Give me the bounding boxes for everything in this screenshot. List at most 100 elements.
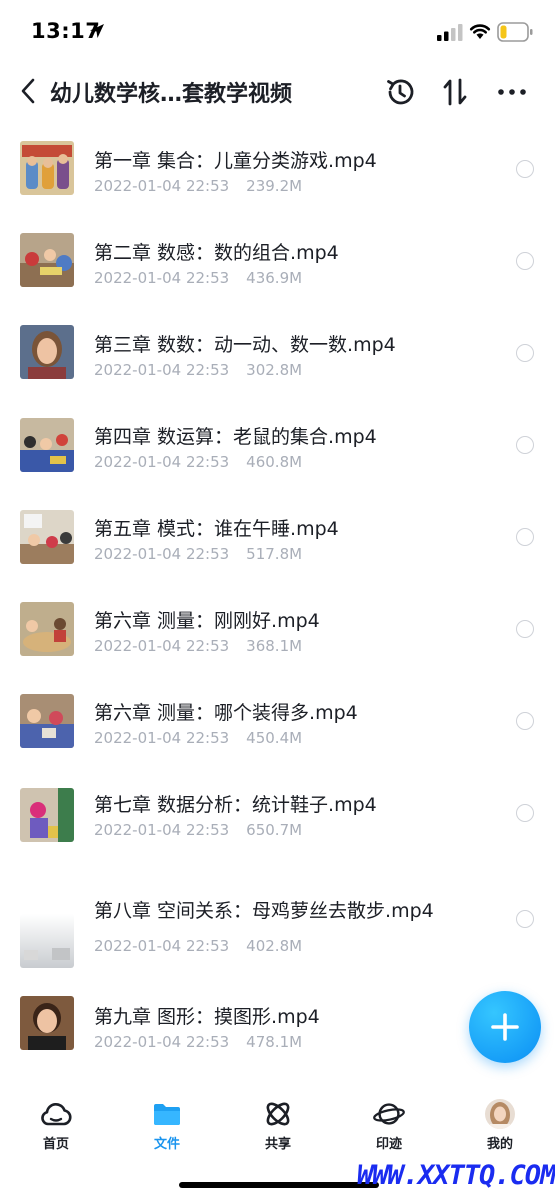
file-name: 第九章 图形：摸图形.mp4 [94,1006,320,1028]
plus-icon [491,1013,519,1041]
teacher-portrait-thumbnail [20,325,74,379]
select-radio[interactable] [516,528,534,546]
cellular-signal-icon [437,24,463,41]
classroom-thumbnail [20,788,74,842]
select-radio[interactable] [516,436,534,454]
file-name: 第二章 数感：数的组合.mp4 [94,242,339,264]
file-name: 第七章 数据分析：统计鞋子.mp4 [94,794,377,816]
file-date: 2022-01-04 22:53 [94,821,230,839]
file-size: 436.9M [246,269,303,287]
more-dots-icon [498,89,526,95]
nav-label: 我的 [486,1137,513,1152]
classroom-thumbnail [20,694,74,748]
planet-icon [373,1098,405,1130]
file-date: 2022-01-04 22:53 [94,453,230,471]
file-date: 2022-01-04 22:53 [94,269,230,287]
file-date: 2022-01-04 22:53 [94,937,230,955]
folder-icon [151,1098,183,1130]
nav-item-profile[interactable]: 我的 [455,1088,545,1160]
file-size: 402.8M [246,937,303,955]
file-name: 第六章 测量：哪个装得多.mp4 [94,702,358,724]
nav-item-traces[interactable]: 印迹 [344,1088,434,1160]
file-name: 第五章 模式：谁在午睡.mp4 [94,518,339,540]
history-button[interactable] [383,75,417,109]
teacher-portrait-thumbnail [20,996,74,1050]
select-radio[interactable] [516,712,534,730]
classroom-thumbnail [20,602,74,656]
book-cover-thumbnail [20,141,74,195]
file-meta: 2022-01-04 22:53 460.8M [94,453,302,471]
file-date: 2022-01-04 22:53 [94,545,230,563]
wifi-icon [469,24,491,39]
file-name: 第八章 空间关系：母鸡萝丝去散步.mp4 [94,900,434,922]
nav-item-files[interactable]: 文件 [122,1088,212,1160]
file-meta: 2022-01-04 22:53 478.1M [94,1033,302,1051]
file-date: 2022-01-04 22:53 [94,637,230,655]
file-size: 650.7M [246,821,303,839]
nav-label: 文件 [153,1137,180,1152]
file-date: 2022-01-04 22:53 [94,361,230,379]
file-row[interactable]: 第五章 模式：谁在午睡.mp4 2022-01-04 22:53 517.8M [0,490,555,582]
file-name: 第三章 数数：动一动、数一数.mp4 [94,334,396,356]
file-meta: 2022-01-04 22:53 302.8M [94,361,302,379]
file-row[interactable]: 第八章 空间关系：母鸡萝丝去散步.mp4 2022-01-04 22:53 402… [0,874,555,986]
file-date: 2022-01-04 22:53 [94,1033,230,1051]
select-radio[interactable] [516,910,534,928]
select-radio[interactable] [516,804,534,822]
file-size: 460.8M [246,453,303,471]
bottom-nav: 首页 文件 共享 印迹 我的 [0,1088,555,1160]
nav-label: 印迹 [375,1137,402,1152]
file-date: 2022-01-04 22:53 [94,177,230,195]
file-meta: 2022-01-04 22:53 436.9M [94,269,302,287]
home-indicator[interactable] [179,1182,379,1188]
file-meta: 2022-01-04 22:53 650.7M [94,821,302,839]
file-name: 第一章 集合：儿童分类游戏.mp4 [94,150,377,172]
cloud-icon [40,1098,72,1130]
more-button[interactable] [495,75,529,109]
file-row[interactable]: 第三章 数数：动一动、数一数.mp4 2022-01-04 22:53 302.8… [0,306,555,398]
select-radio[interactable] [516,160,534,178]
file-size: 517.8M [246,545,303,563]
file-meta: 2022-01-04 22:53 239.2M [94,177,302,195]
watermark-text: WWW.XXTTQ.COM [357,1160,555,1191]
add-button[interactable] [469,991,541,1063]
file-row[interactable]: 第六章 测量：哪个装得多.mp4 2022-01-04 22:53 450.4M [0,674,555,766]
file-name: 第六章 测量：刚刚好.mp4 [94,610,320,632]
battery-icon [497,22,533,42]
file-date: 2022-01-04 22:53 [94,729,230,747]
file-size: 450.4M [246,729,303,747]
select-radio[interactable] [516,344,534,362]
file-size: 239.2M [246,177,303,195]
file-row[interactable]: 第四章 数运算：老鼠的集合.mp4 2022-01-04 22:53 460.8M [0,398,555,490]
classroom-thumbnail [20,418,74,472]
file-meta: 2022-01-04 22:53 450.4M [94,729,302,747]
file-row[interactable]: 第七章 数据分析：统计鞋子.mp4 2022-01-04 22:53 650.7M [0,766,555,858]
nav-item-home[interactable]: 首页 [11,1088,101,1160]
file-size: 478.1M [246,1033,303,1051]
file-meta: 2022-01-04 22:53 517.8M [94,545,302,563]
select-radio[interactable] [516,252,534,270]
avatar [484,1098,516,1130]
chevron-left-icon [21,78,35,104]
classroom-thumbnail [20,510,74,564]
back-button[interactable] [13,73,43,109]
classroom-thumbnail [20,233,74,287]
file-name: 第四章 数运算：老鼠的集合.mp4 [94,426,377,448]
file-row[interactable]: 第一章 集合：儿童分类游戏.mp4 2022-01-04 22:53 239.2M [0,122,555,214]
nav-item-share[interactable]: 共享 [233,1088,323,1160]
nav-label: 首页 [42,1137,69,1152]
status-bar: 13:17 [0,0,555,60]
sort-arrows-icon [443,78,467,106]
file-meta: 2022-01-04 22:53 368.1M [94,637,302,655]
select-radio[interactable] [516,620,534,638]
faded-thumbnail [20,914,74,968]
file-row[interactable]: 第二章 数感：数的组合.mp4 2022-01-04 22:53 436.9M [0,214,555,306]
atom-icon [262,1098,294,1130]
nav-label: 共享 [264,1137,291,1152]
header: 幼儿数学核…套教学视频 [0,62,555,122]
file-size: 302.8M [246,361,303,379]
file-meta: 2022-01-04 22:53 402.8M [94,937,302,955]
sort-button[interactable] [438,75,472,109]
file-row[interactable]: 第六章 测量：刚刚好.mp4 2022-01-04 22:53 368.1M [0,582,555,674]
history-clock-icon [387,79,414,105]
